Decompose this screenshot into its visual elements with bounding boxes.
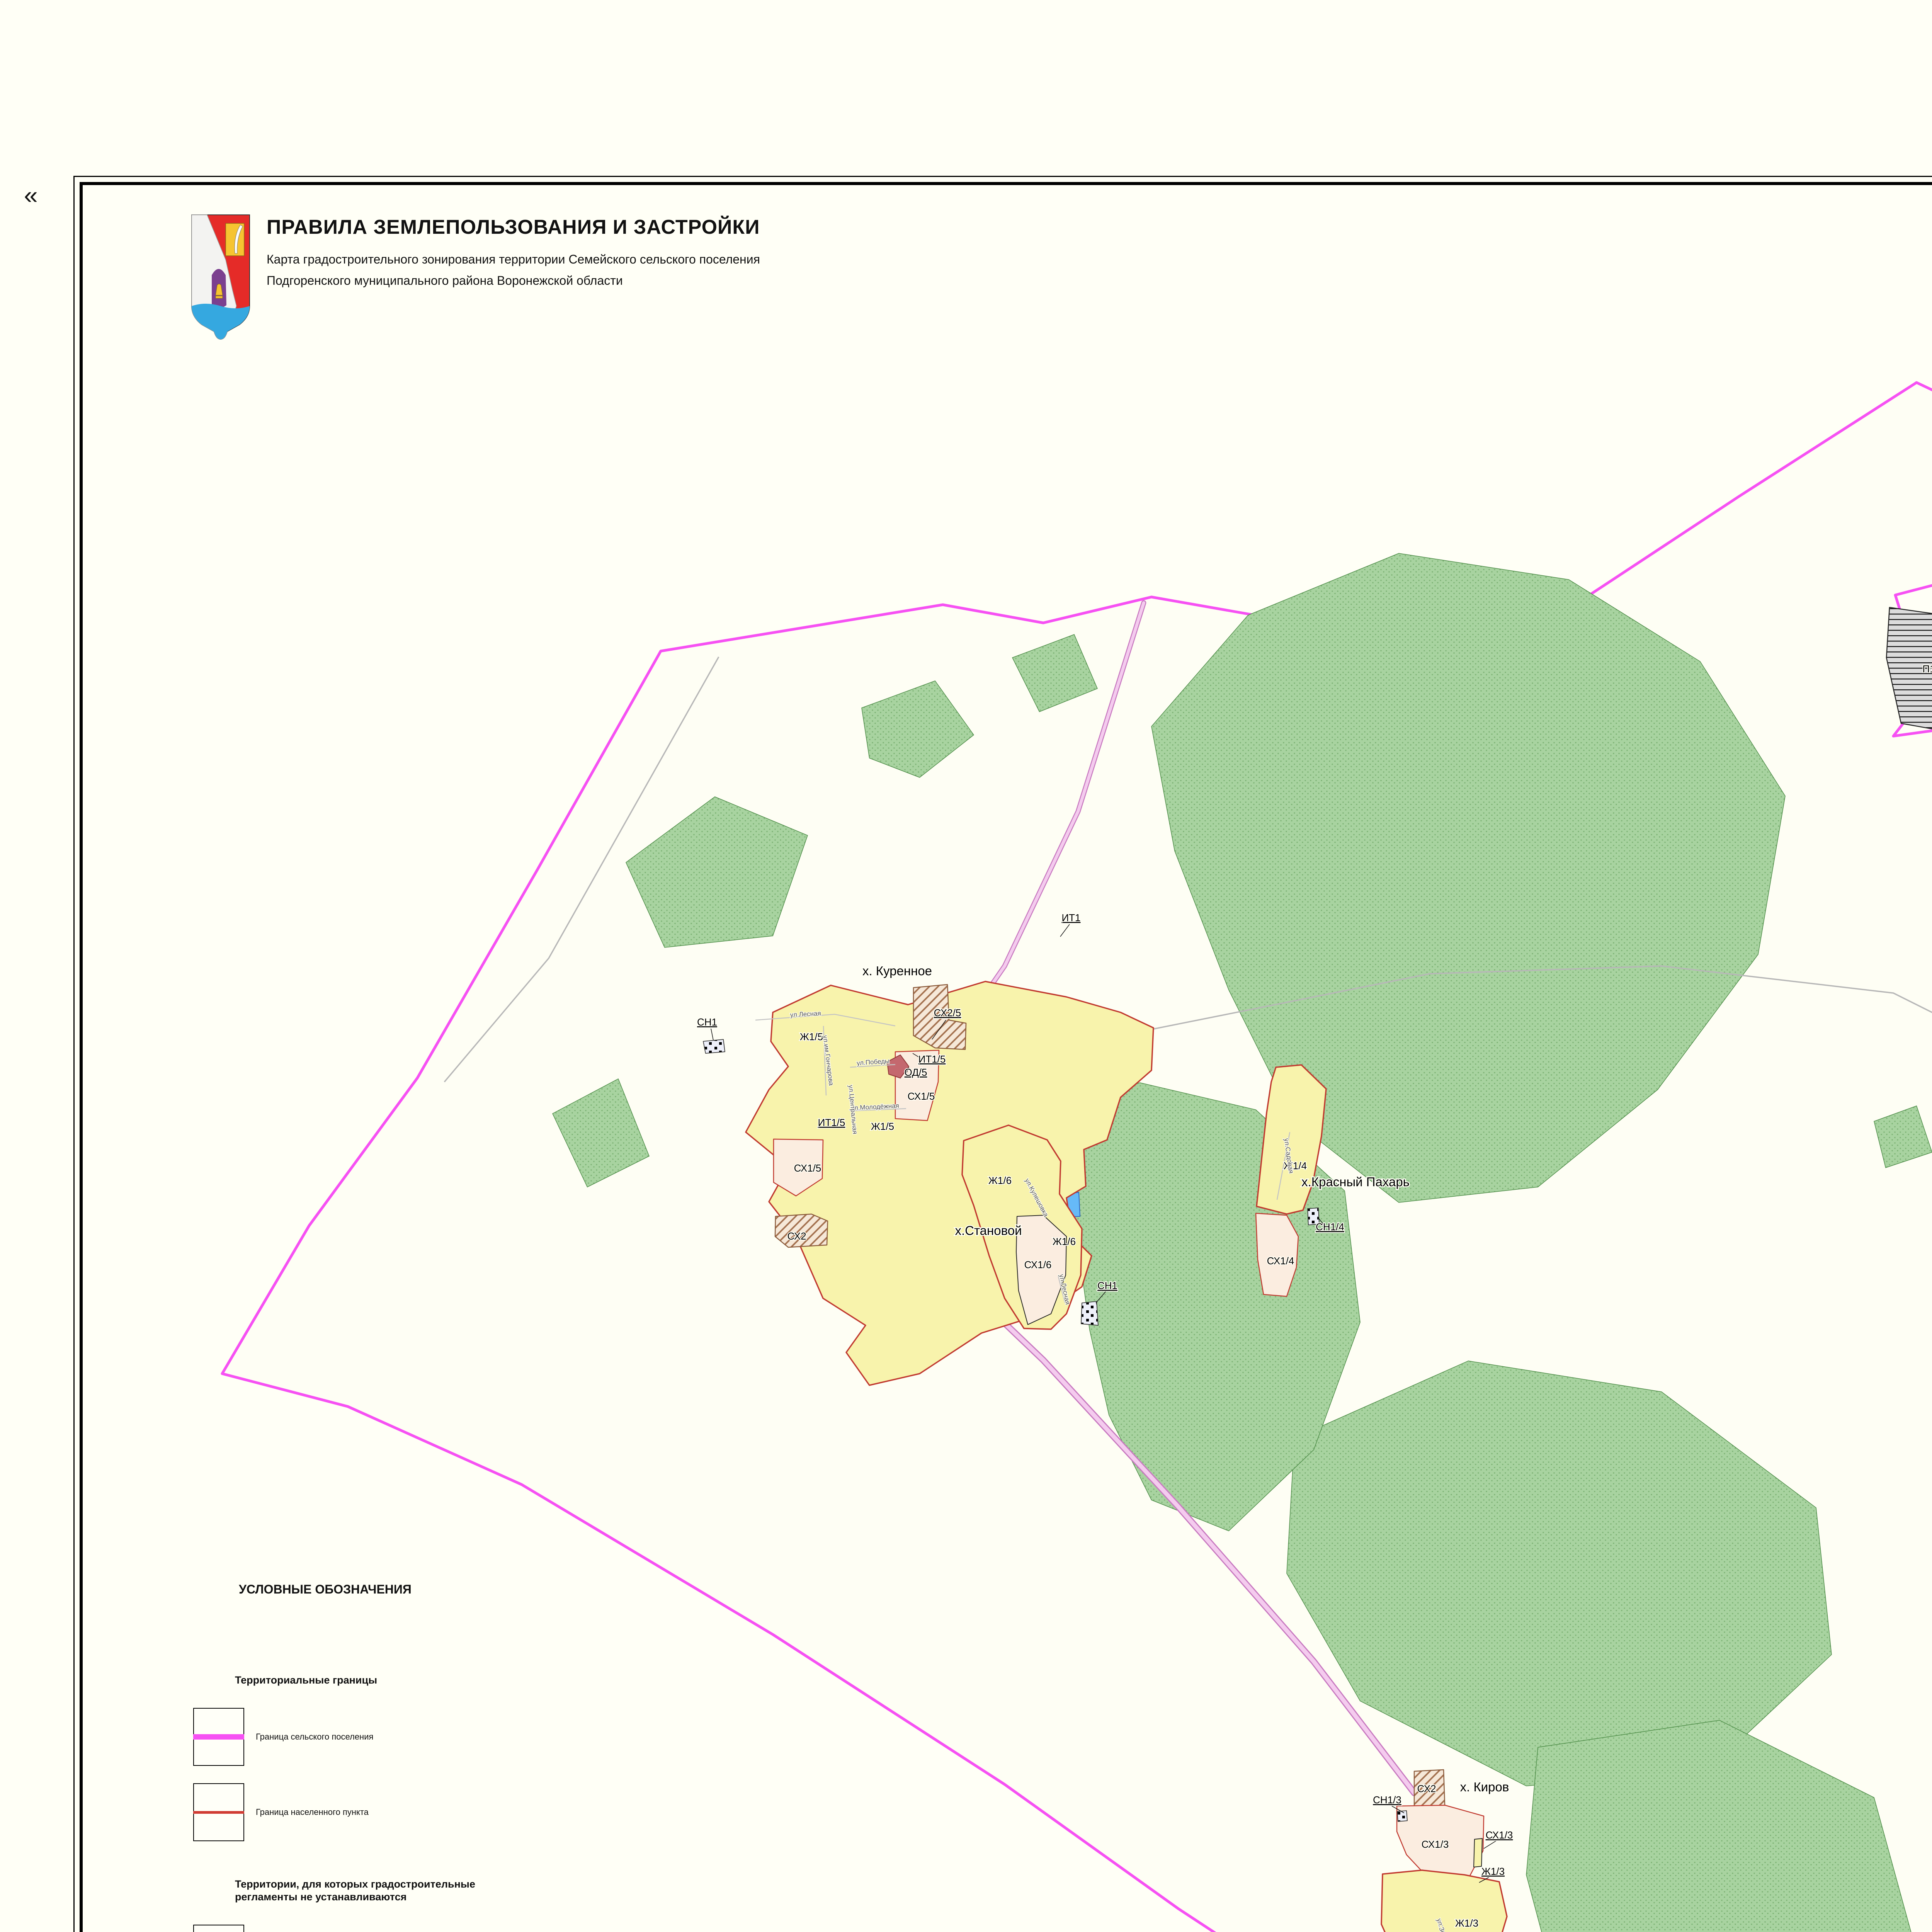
- legend: УСЛОВНЫЕ ОБОЗНАЧЕНИЯ Территориальные гра…: [193, 1582, 873, 1932]
- legend-swatch-white: [193, 1925, 244, 1932]
- coat-of-arms: [190, 213, 251, 341]
- legend-swatch-line-red: [193, 1783, 244, 1841]
- legend-item-white: Сельскохозяйственные угодья в составе зе…: [193, 1925, 873, 1932]
- wavy-base: [192, 304, 250, 339]
- legend-item-label: Граница населенного пункта: [256, 1807, 369, 1817]
- legend-item-label: Граница сельского поселения: [256, 1732, 373, 1742]
- page-title: ПРАВИЛА ЗЕМЛЕПОЛЬЗОВАНИЯ И ЗАСТРОЙКИ: [267, 216, 760, 239]
- legend-item-line-red: Граница населенного пункта: [193, 1783, 873, 1841]
- legend-section-heading: Территории, для которых градостроительны…: [235, 1878, 873, 1903]
- legend-heading: УСЛОВНЫЕ ОБОЗНАЧЕНИЯ: [239, 1582, 873, 1597]
- map-subtitle-line2: Подгоренского муниципального района Воро…: [267, 270, 760, 291]
- legend-item-line-magenta: Граница сельского поселения: [193, 1708, 873, 1766]
- map-subtitle-line1: Карта градостроительного зонирования тер…: [267, 249, 760, 270]
- legend-section-heading: Территориальные границы: [235, 1674, 873, 1687]
- legend-swatch-line-magenta: [193, 1708, 244, 1766]
